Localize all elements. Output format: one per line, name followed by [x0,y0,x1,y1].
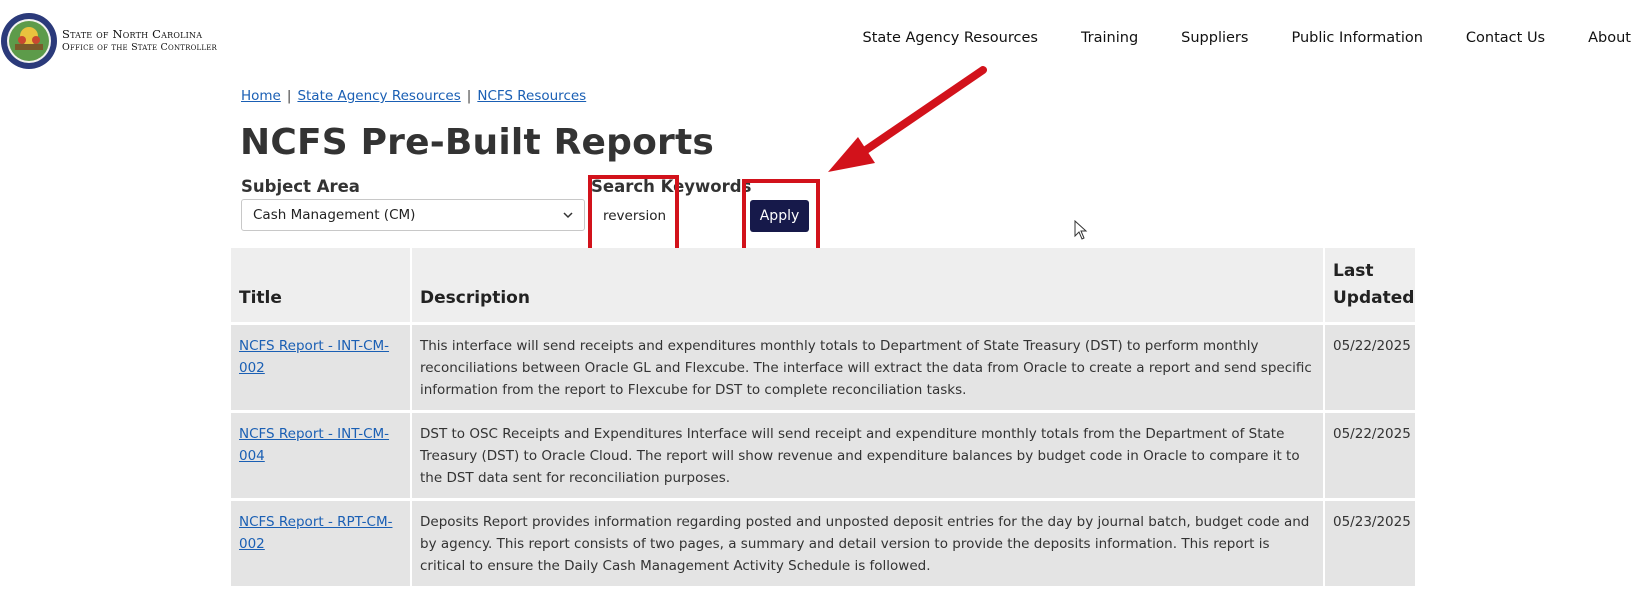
reports-table: Title Description Last Updated NCFS Repo… [231,248,1417,586]
breadcrumb-state-agency-resources[interactable]: State Agency Resources [297,88,460,104]
header-last-updated: Last Updated [1324,248,1417,324]
nav-training[interactable]: Training [1081,30,1138,46]
cell-updated: 05/22/2025 [1324,322,1417,412]
table-row: NCFS Report - INT-CM-004 DST to OSC Rece… [231,410,1417,500]
cell-description: This interface will send receipts and ex… [411,322,1325,412]
logo-line-1: State of North Carolina [62,27,203,41]
nav-public-information[interactable]: Public Information [1291,30,1422,46]
header-title: Title [231,248,412,324]
nc-state-seal-icon [1,13,57,69]
breadcrumb-separator: | [466,88,472,104]
nav-contact-us[interactable]: Contact Us [1466,30,1545,46]
breadcrumb: Home | State Agency Resources | NCFS Resourc… [241,88,586,104]
main-nav: State Agency Resources Training Supplier… [820,30,1632,46]
subject-area-label: Subject Area [241,177,360,196]
logo-line-2: Office of the State Controller [62,42,218,53]
cell-title: NCFS Report - RPT-CM-002 [231,498,412,586]
cell-updated: 05/23/2025 [1324,498,1417,586]
table-row: NCFS Report - INT-CM-002 This interface … [231,322,1417,412]
logo-text: State of North Carolina Office of the St… [62,28,217,54]
table-header-row: Title Description Last Updated [231,248,1417,324]
chevron-down-icon [563,212,573,219]
site-logo[interactable]: State of North Carolina Office of the St… [0,12,217,70]
cell-updated: 05/22/2025 [1324,410,1417,500]
cell-title: NCFS Report - INT-CM-002 [231,322,412,412]
cell-description: Deposits Report provides information reg… [411,498,1325,586]
breadcrumb-ncfs-resources[interactable]: NCFS Resources [477,88,586,104]
apply-highlight-box [742,179,820,252]
nav-suppliers[interactable]: Suppliers [1181,30,1248,46]
breadcrumb-separator: | [286,88,292,104]
report-link[interactable]: NCFS Report - INT-CM-004 [239,426,389,464]
report-link[interactable]: NCFS Report - INT-CM-002 [239,338,389,376]
table-row: NCFS Report - RPT-CM-002 Deposits Report… [231,498,1417,586]
search-highlight-box [588,175,679,252]
subject-area-value: Cash Management (CM) [253,207,416,223]
page-title: NCFS Pre-Built Reports [240,122,715,163]
breadcrumb-home[interactable]: Home [241,88,281,104]
nav-state-agency-resources[interactable]: State Agency Resources [863,30,1038,46]
cell-title: NCFS Report - INT-CM-004 [231,410,412,500]
header-description: Description [411,248,1325,324]
mouse-cursor-icon [1074,220,1088,240]
report-link[interactable]: NCFS Report - RPT-CM-002 [239,514,392,552]
cell-description: DST to OSC Receipts and Expenditures Int… [411,410,1325,500]
nav-about[interactable]: About [1588,30,1631,46]
subject-area-select[interactable]: Cash Management (CM) [241,199,585,231]
